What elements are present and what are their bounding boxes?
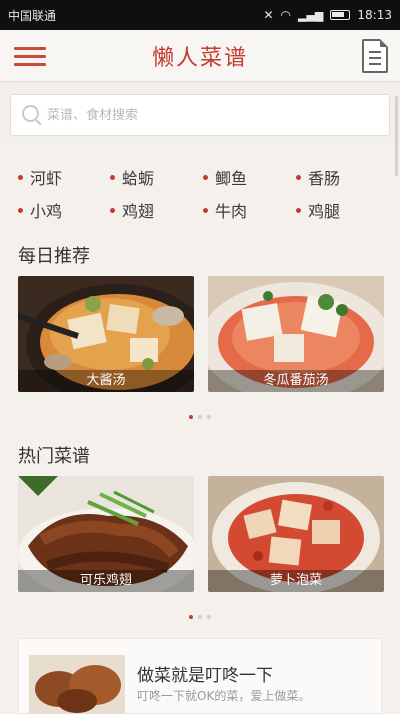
clock-label: 18:13 — [357, 8, 392, 22]
battery-icon — [330, 10, 351, 20]
pager-dot — [198, 615, 202, 619]
app-title: 懒人菜谱 — [151, 45, 248, 71]
tag-label: 鲫鱼 — [215, 169, 248, 188]
tag-label: 鸡翅 — [122, 202, 155, 221]
bullet-icon — [203, 207, 208, 213]
bullet-icon — [203, 174, 208, 180]
search-input[interactable] — [47, 107, 367, 123]
recipe-card[interactable]: 可乐鸡翅 — [18, 476, 194, 592]
tag-item[interactable]: 鲫鱼 — [203, 164, 247, 190]
recipe-card[interactable]: 冬瓜番茄汤 — [208, 276, 384, 392]
status-icons: ✕ ◠ ▂▄▆ 18:13 — [263, 8, 392, 22]
pager-dot — [189, 415, 193, 419]
banner-title: 做菜就是叮咚一下 — [137, 666, 273, 686]
tag-label: 牛肉 — [215, 202, 248, 221]
promo-banner[interactable]: 做菜就是叮咚一下 叮咚一下就OK的菜，爱上做菜。 — [18, 638, 382, 714]
banner-subtitle: 叮咚一下就OK的菜，爱上做菜。 — [137, 689, 311, 703]
recipe-card-label: 冬瓜番茄汤 — [208, 370, 384, 392]
tag-item[interactable]: 蛤蛎 — [110, 164, 154, 190]
bullet-icon — [110, 174, 115, 180]
hot-pager — [0, 615, 400, 619]
tag-label: 蛤蛎 — [122, 169, 155, 188]
recipe-card-label: 可乐鸡翅 — [18, 570, 194, 592]
search-bar — [0, 83, 400, 145]
recipe-card-label: 大酱汤 — [18, 370, 194, 392]
menu-icon[interactable] — [14, 41, 46, 71]
bullet-icon — [110, 207, 115, 213]
search-icon — [21, 104, 43, 126]
recipe-card[interactable]: 大酱汤 — [18, 276, 194, 392]
banner-photo — [29, 655, 125, 714]
status-bar: 中国联通 ✕ ◠ ▂▄▆ 18:13 — [0, 0, 400, 30]
scrollbar[interactable] — [395, 96, 398, 176]
signal-icon: ▂▄▆ — [298, 8, 324, 22]
daily-section-title: 每日推荐 — [18, 246, 90, 267]
wifi-icon: ◠ — [280, 8, 292, 22]
tag-item[interactable]: 鸡翅 — [110, 197, 154, 223]
recipe-card[interactable]: 萝卜泡菜 — [208, 476, 384, 592]
tag-label: 鸡腿 — [308, 202, 341, 221]
bullet-icon — [18, 207, 23, 213]
daily-pager — [0, 415, 400, 419]
bullet-icon — [18, 174, 23, 180]
tag-item[interactable]: 河虾 — [18, 164, 62, 190]
pager-dot — [189, 615, 193, 619]
tag-item[interactable]: 牛肉 — [203, 197, 247, 223]
tag-label: 小鸡 — [30, 202, 63, 221]
bullet-icon — [296, 174, 301, 180]
bullet-icon — [296, 207, 301, 213]
document-icon[interactable] — [362, 39, 388, 73]
tag-label: 河虾 — [30, 169, 63, 188]
carrier-label: 中国联通 — [8, 8, 57, 23]
tag-item[interactable]: 小鸡 — [18, 197, 62, 223]
tag-label: 香肠 — [308, 169, 341, 188]
pager-dot — [198, 415, 202, 419]
notification-icon: ✕ — [263, 8, 274, 22]
pager-dot — [207, 615, 211, 619]
search-box[interactable] — [10, 94, 390, 136]
banner-thumbnail — [29, 655, 125, 714]
pager-dot — [207, 415, 211, 419]
tag-item[interactable]: 鸡腿 — [296, 197, 340, 223]
hot-section-title: 热门菜谱 — [18, 446, 90, 467]
recipe-card-label: 萝卜泡菜 — [208, 570, 384, 592]
app-bar: 懒人菜谱 — [0, 30, 400, 82]
tag-item[interactable]: 香肠 — [296, 164, 340, 190]
